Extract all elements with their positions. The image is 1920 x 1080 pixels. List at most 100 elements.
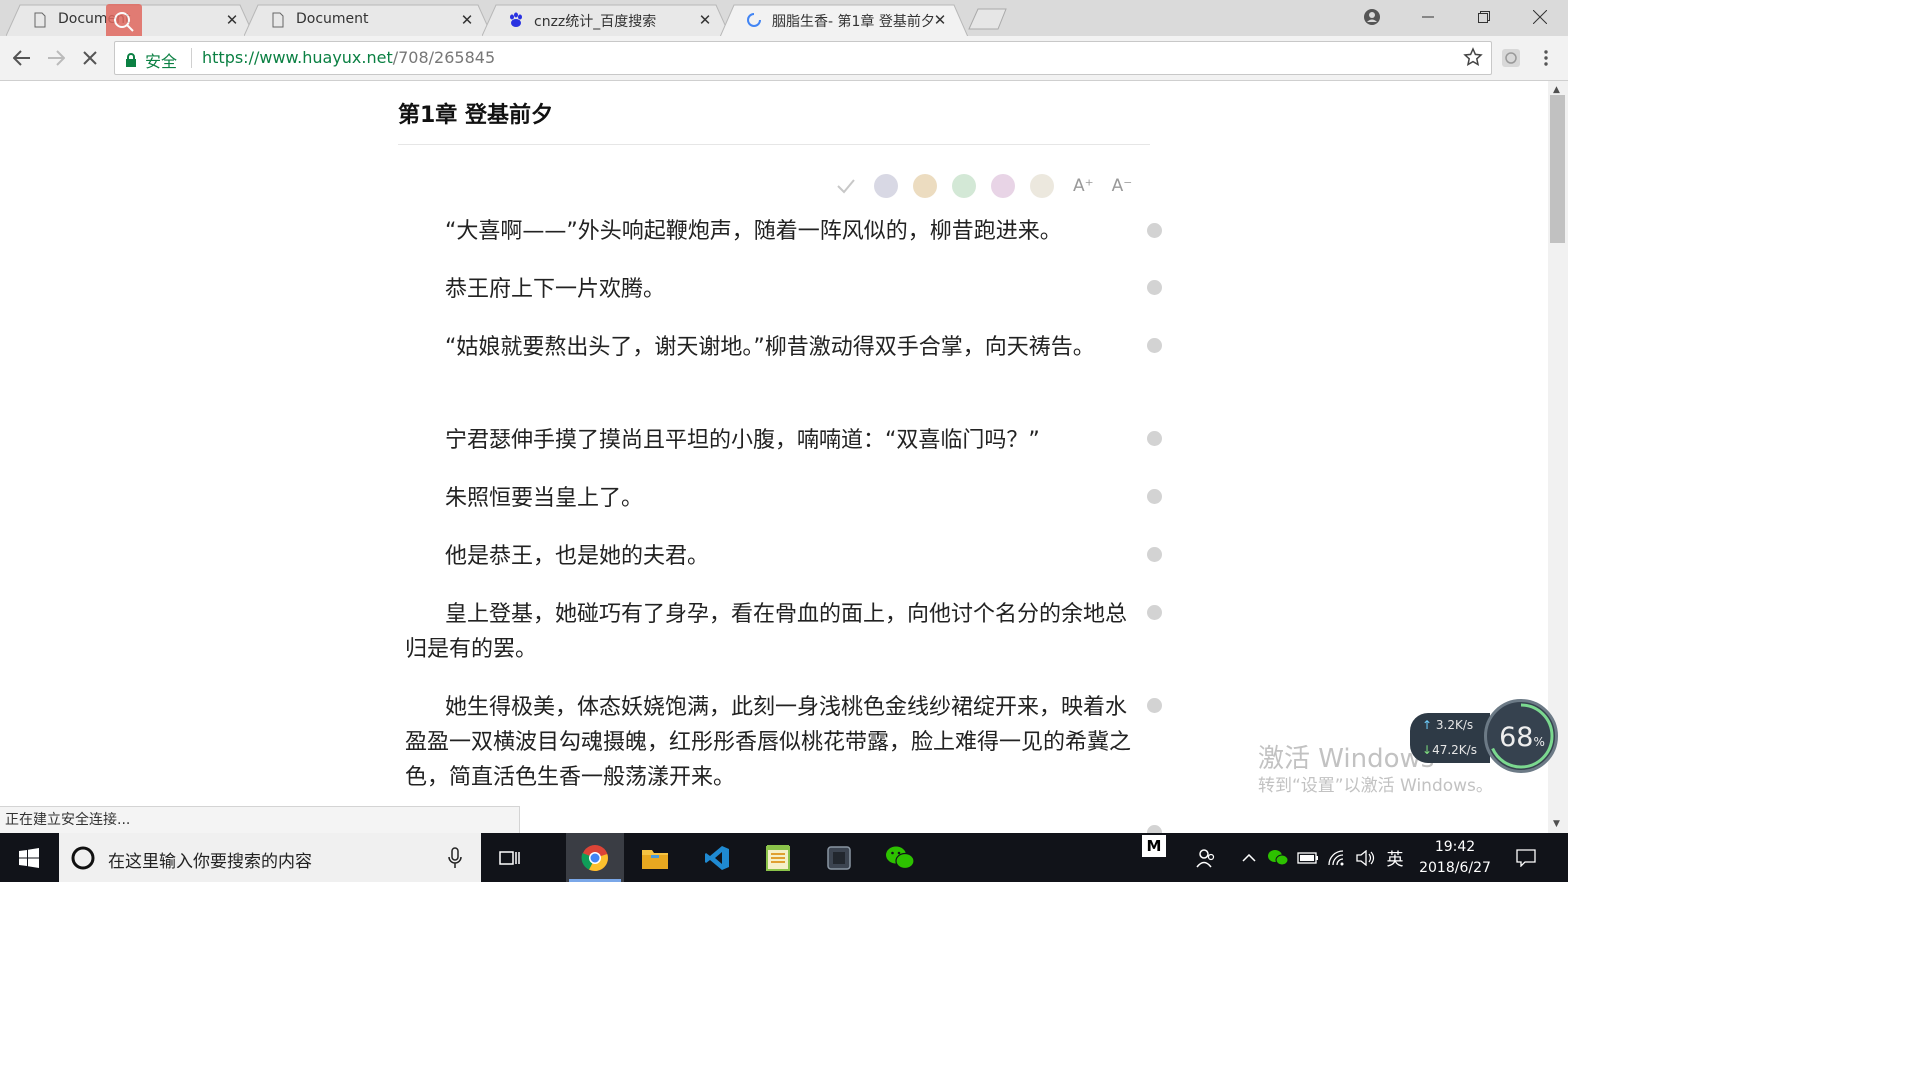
extension-icon[interactable] — [1496, 43, 1526, 73]
close-tab-icon[interactable]: ✕ — [459, 10, 475, 30]
search-placeholder: 在这里输入你要搜索的内容 — [108, 852, 312, 872]
theme-swatch-tan[interactable] — [913, 174, 937, 198]
notebook-icon — [766, 844, 790, 871]
start-button[interactable] — [0, 833, 58, 882]
network-speed-widget[interactable]: ↑ 3.2K/s ↓47.2K/s — [1410, 713, 1490, 763]
paragraph-comment-dot[interactable] — [1147, 605, 1162, 620]
upload-speed-value: 3.2K/s — [1435, 718, 1474, 732]
tab-document-1[interactable]: Document ✕ — [6, 4, 254, 40]
close-tab-icon[interactable]: ✕ — [224, 10, 240, 30]
taskbar-notepad-app[interactable] — [749, 833, 807, 882]
paragraph: “大喜啊——”外头响起鞭炮声，随着一阵风似的，柳昔跑进来。 — [445, 219, 1062, 244]
tab-novel-chapter[interactable]: 胭脂生香- 第1章 登基前夕 ✕ — [720, 4, 968, 36]
new-tab-button[interactable] — [968, 8, 1008, 30]
chrome-icon — [581, 844, 608, 871]
download-speed: ↓47.2K/s — [1422, 743, 1477, 757]
close-window-button[interactable] — [1512, 0, 1568, 34]
paragraph-comment-dot[interactable] — [1147, 338, 1162, 353]
close-tab-icon[interactable]: ✕ — [697, 10, 713, 30]
paragraph-comment-dot[interactable] — [1147, 223, 1162, 238]
forward-button[interactable] — [41, 43, 71, 73]
wechat-icon — [886, 846, 915, 869]
close-icon — [83, 51, 97, 65]
tab-cnzz-search[interactable]: cnzz统计_百度搜索 ✕ — [482, 4, 730, 36]
theme-swatch-cream[interactable] — [1030, 174, 1054, 198]
close-tab-icon[interactable]: ✕ — [932, 10, 948, 30]
gauge-value: 68% — [1487, 722, 1557, 753]
battery-icon[interactable] — [1294, 833, 1322, 882]
wechat-tray-icon[interactable] — [1264, 833, 1292, 882]
font-increase-button[interactable]: A⁺ — [1073, 176, 1094, 196]
clock-date: 2018/6/27 — [1419, 860, 1491, 876]
upload-speed: ↑ 3.2K/s — [1422, 718, 1473, 732]
theme-swatch-pink[interactable] — [991, 174, 1015, 198]
upload-arrow-icon: ↑ — [1422, 718, 1436, 732]
taskbar-clock[interactable]: 19:42 2018/6/27 — [1410, 837, 1500, 879]
stop-loading-button[interactable] — [75, 43, 105, 73]
url-text[interactable]: https://www.huayux.net/708/265845 — [202, 48, 495, 67]
tab-document-2[interactable]: Document ✕ — [244, 4, 492, 36]
secure-label: 安全 — [145, 52, 178, 71]
paragraph: 皇上登基，她碰巧有了身孕，看在骨血的面上，向他讨个名分的余地总归是有的罢。 — [405, 602, 1128, 662]
taskbar-vscode[interactable] — [688, 833, 746, 882]
taskbar-chrome[interactable] — [566, 833, 624, 882]
activation-watermark-title: 激活 Windows — [1258, 744, 1435, 774]
task-view-icon — [499, 850, 520, 865]
theme-swatch-green[interactable] — [952, 174, 976, 198]
paragraph: 他是恭王，也是她的夫君。 — [445, 544, 710, 569]
page-icon — [34, 12, 46, 28]
volume-icon[interactable] — [1352, 833, 1380, 882]
paragraph: 宁君瑟伸手摸了摸尚且平坦的小腹，喃喃道：“双喜临门吗？” — [445, 428, 1040, 453]
windows-logo-icon — [19, 847, 39, 868]
taskbar-wechat[interactable] — [871, 833, 929, 882]
paragraph-comment-dot[interactable] — [1147, 431, 1162, 446]
paragraph-comment-dot[interactable] — [1147, 489, 1162, 504]
baidu-icon — [510, 12, 522, 27]
vscode-icon — [705, 845, 729, 870]
wifi-icon[interactable] — [1324, 833, 1352, 882]
lock-icon — [126, 53, 136, 67]
taskbar-file-explorer[interactable] — [626, 833, 684, 882]
action-center-icon[interactable] — [1506, 833, 1546, 882]
font-decrease-button[interactable]: A⁻ — [1112, 176, 1133, 196]
search-overlay-icon[interactable] — [106, 4, 142, 40]
check-icon[interactable] — [836, 178, 856, 194]
scroll-up-arrow-icon[interactable]: ▲ — [1553, 85, 1560, 95]
security-indicator[interactable]: 安全 — [125, 48, 177, 72]
people-icon[interactable] — [1190, 833, 1222, 882]
restore-button[interactable] — [1456, 0, 1512, 34]
paragraph-comment-dot[interactable] — [1147, 698, 1162, 713]
memory-usage-gauge[interactable]: 68% — [1484, 699, 1558, 773]
scroll-down-arrow-icon[interactable]: ▼ — [1553, 819, 1560, 829]
theme-swatch-lavender[interactable] — [874, 174, 898, 198]
paragraph-comment-dot[interactable] — [1147, 825, 1162, 833]
tab-label: Document — [296, 11, 369, 27]
chapter-title: 第1章 登基前夕 — [398, 103, 553, 128]
task-view-button[interactable] — [481, 833, 539, 882]
browser-toolbar: 安全 https://www.huayux.net/708/265845 — [0, 36, 1568, 81]
input-method-indicator[interactable]: 英 — [1380, 833, 1410, 882]
tray-m-icon[interactable]: M — [1142, 835, 1166, 857]
taskbar-search-box[interactable]: 在这里输入你要搜索的内容 — [59, 833, 481, 882]
url-host: https://www.huayux.net — [202, 48, 393, 67]
chevron-up-icon[interactable] — [1236, 833, 1262, 882]
tab-strip: Document ✕ Document ✕ cnzz统计_百度搜索 ✕ 胭脂生香… — [0, 0, 1568, 40]
microphone-icon[interactable] — [448, 847, 462, 869]
paragraph-comment-dot[interactable] — [1147, 547, 1162, 562]
loading-spinner-icon — [747, 13, 761, 27]
folder-icon — [642, 849, 668, 869]
gauge-unit: % — [1533, 735, 1545, 749]
back-button[interactable] — [7, 43, 37, 73]
menu-button[interactable] — [1531, 43, 1561, 73]
paragraph: 她生得极美，体态妖娆饱满，此刻一身浅桃色金线纱裙绽开来，映着水盈盈一双横波目勾魂… — [405, 695, 1132, 790]
minimize-button[interactable] — [1400, 0, 1456, 34]
address-bar[interactable]: 安全 https://www.huayux.net/708/265845 — [114, 41, 1492, 75]
paragraph: 恭王府上下一片欢腾。 — [445, 277, 666, 302]
taskbar-app-window[interactable] — [810, 833, 868, 882]
paragraph-comment-dot[interactable] — [1147, 280, 1162, 295]
scrollbar-thumb[interactable] — [1550, 95, 1565, 243]
profile-icon[interactable] — [1344, 0, 1400, 34]
bookmark-star-icon[interactable] — [1463, 47, 1483, 67]
windows-taskbar: 在这里输入你要搜索的内容 M 英 19:42 2018/6/27 — [0, 833, 1568, 882]
divider — [191, 48, 192, 68]
